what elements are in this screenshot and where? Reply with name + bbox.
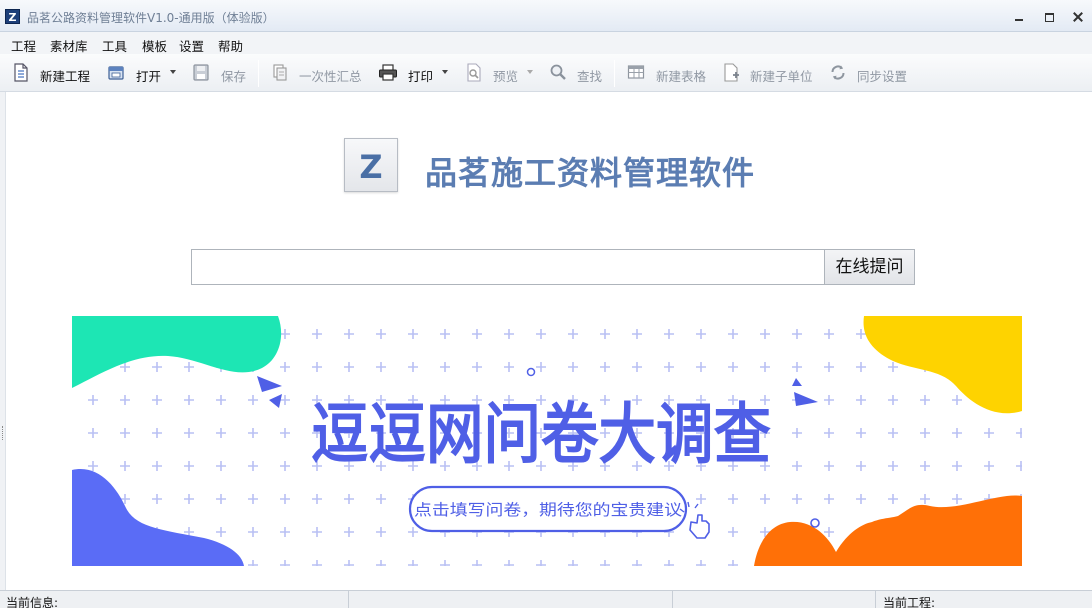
online-question-button[interactable]: 在线提问	[824, 249, 915, 285]
status-empty-cell	[349, 591, 673, 608]
survey-banner[interactable]: 逗逗网问卷大调查 点击填写问卷，期待您的宝贵建议	[72, 316, 1022, 566]
new-subunit-label: 新建子单位	[750, 69, 813, 84]
brand-logo: Z	[344, 138, 398, 192]
save-button[interactable]: 保存	[192, 54, 248, 92]
open-dropdown-icon[interactable]	[170, 70, 176, 74]
save-label: 保存	[221, 69, 247, 84]
open-folder-icon	[108, 66, 124, 80]
status-info-cell: 当前信息:	[0, 591, 349, 608]
sync-settings-label: 同步设置	[857, 69, 908, 84]
new-project-label: 新建工程	[40, 69, 91, 84]
status-project-cell: 当前工程:	[876, 591, 1092, 608]
new-table-button[interactable]: 新建表格	[627, 54, 709, 92]
minimize-icon[interactable]	[1012, 10, 1026, 24]
find-button[interactable]: 查找	[549, 54, 607, 92]
print-button[interactable]: 打印	[378, 54, 452, 92]
search-icon	[550, 64, 566, 80]
splitter-grip[interactable]	[2, 426, 4, 440]
new-project-button[interactable]: 新建工程	[12, 54, 92, 92]
toolbar-separator	[614, 60, 615, 87]
open-button[interactable]: 打开	[107, 54, 183, 92]
menu-material-library[interactable]: 素材库	[50, 36, 88, 55]
brand-title: 品茗施工资料管理软件	[425, 154, 756, 192]
status-bar: 当前信息: 当前工程:	[0, 590, 1092, 608]
new-document-icon	[14, 63, 28, 82]
status-empty-cell	[673, 591, 876, 608]
new-subunit-button[interactable]: 新建子单位	[722, 54, 814, 92]
toolbar-separator	[258, 60, 259, 87]
save-disk-icon	[193, 64, 209, 81]
menu-tools[interactable]: 工具	[102, 36, 127, 55]
title-bar: Z 品茗公路资料管理软件V1.0-通用版（体验版）	[0, 0, 1092, 32]
sync-icon	[831, 65, 845, 80]
preview-button[interactable]: 预览	[465, 54, 537, 92]
menu-settings[interactable]: 设置	[179, 36, 204, 55]
printer-icon	[379, 64, 397, 81]
status-current-info: 当前信息:	[6, 596, 59, 608]
toolbar: 新建工程 打开 保存 一次性汇总 打印 预览 查找 新建表格 新建子单位 同步设…	[0, 54, 1092, 92]
maximize-icon[interactable]	[1042, 10, 1056, 24]
survey-cta-text[interactable]: 点击填写问卷，期待您的宝贵建议	[414, 501, 683, 519]
window-title: 品茗公路资料管理软件V1.0-通用版（体验版）	[27, 11, 275, 25]
menu-templates[interactable]: 模板	[142, 36, 167, 55]
preview-icon	[467, 63, 481, 82]
app-window: Z 品茗公路资料管理软件V1.0-通用版（体验版） 工程 素材库 工具 模板 设…	[0, 0, 1092, 608]
new-table-icon	[627, 65, 645, 79]
brand-logo-letter: Z	[359, 148, 383, 186]
app-logo-icon: Z	[5, 9, 20, 24]
open-label: 打开	[136, 69, 162, 84]
close-icon[interactable]	[1071, 10, 1085, 24]
print-label: 打印	[408, 69, 434, 84]
menu-help[interactable]: 帮助	[218, 36, 243, 55]
survey-headline: 逗逗网问卷大调查	[311, 396, 771, 473]
preview-label: 预览	[493, 69, 519, 84]
question-input[interactable]	[191, 249, 825, 285]
survey-banner-art: 逗逗网问卷大调查 点击填写问卷，期待您的宝贵建议	[72, 316, 1022, 566]
menu-project[interactable]: 工程	[11, 36, 36, 55]
status-current-project: 当前工程:	[883, 596, 936, 608]
sync-settings-button[interactable]: 同步设置	[829, 54, 909, 92]
new-subunit-icon	[724, 63, 739, 82]
preview-dropdown-icon[interactable]	[527, 70, 533, 74]
summary-icon	[273, 64, 287, 81]
menu-bar: 工程 素材库 工具 模板 设置 帮助	[0, 32, 1092, 54]
summary-button[interactable]: 一次性汇总	[271, 54, 363, 92]
print-dropdown-icon[interactable]	[442, 70, 448, 74]
new-table-label: 新建表格	[656, 69, 707, 84]
find-label: 查找	[577, 69, 603, 84]
left-panel-edge	[0, 92, 6, 590]
summary-label: 一次性汇总	[299, 69, 362, 84]
